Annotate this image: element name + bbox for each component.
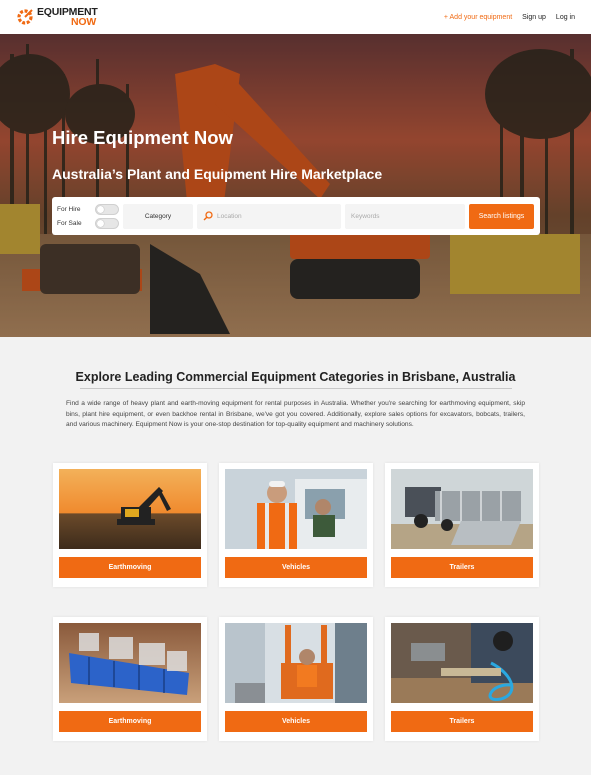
search-icon bbox=[203, 211, 213, 221]
toggle-knob bbox=[97, 205, 104, 213]
for-hire-toggle[interactable] bbox=[95, 203, 119, 215]
category-button[interactable]: Trailers bbox=[391, 711, 533, 732]
trailer-image bbox=[391, 469, 533, 549]
add-equipment-link[interactable]: + Add your equipment bbox=[444, 14, 512, 21]
signup-link[interactable]: Sign up bbox=[522, 14, 546, 21]
search-bar: For Hire For Sale Category Location Keyw… bbox=[52, 197, 540, 235]
top-nav: + Add your equipment Sign up Log in bbox=[444, 14, 575, 21]
category-card-vehicles[interactable]: Vehicles bbox=[219, 463, 373, 587]
for-hire-row: For Hire bbox=[57, 203, 119, 215]
keywords-field[interactable]: Keywords bbox=[345, 203, 465, 229]
skip-bin-image bbox=[59, 623, 201, 703]
category-button[interactable]: Vehicles bbox=[225, 557, 367, 578]
logo[interactable]: EQUIPMENT NOW bbox=[16, 7, 98, 27]
for-hire-label: For Hire bbox=[57, 205, 81, 213]
category-card-vehicles-2[interactable]: Vehicles bbox=[219, 617, 373, 741]
section-title: Explore Leading Commercial Equipment Cat… bbox=[75, 370, 516, 384]
power-tool-image bbox=[391, 623, 533, 703]
location-field[interactable]: Location bbox=[197, 203, 341, 229]
logo-text: EQUIPMENT NOW bbox=[37, 7, 98, 28]
for-sale-row: For Sale bbox=[57, 217, 119, 229]
hero-title: Hire Equipment Now bbox=[52, 127, 233, 148]
category-card-trailers-2[interactable]: Trailers bbox=[385, 617, 539, 741]
excavator-image bbox=[59, 469, 201, 549]
hero-background-image bbox=[0, 34, 591, 337]
search-listings-button[interactable]: Search listings bbox=[469, 203, 534, 229]
listing-type-toggles: For Hire For Sale bbox=[57, 203, 119, 229]
hero-banner: Hire Equipment Now Australia’s Plant and… bbox=[0, 34, 591, 337]
location-placeholder: Location bbox=[217, 212, 242, 220]
gear-icon bbox=[16, 8, 34, 26]
category-select[interactable]: Category bbox=[123, 203, 193, 229]
category-button[interactable]: Vehicles bbox=[225, 711, 367, 732]
login-link[interactable]: Log in bbox=[556, 14, 575, 21]
site-header: EQUIPMENT NOW + Add your equipment Sign … bbox=[0, 0, 591, 34]
forklift-image bbox=[225, 623, 367, 703]
category-button[interactable]: Earthmoving bbox=[59, 711, 201, 732]
hero-subtitle: Australia’s Plant and Equipment Hire Mar… bbox=[52, 166, 383, 182]
category-card-earthmoving[interactable]: Earthmoving bbox=[53, 463, 207, 587]
workers-truck-image bbox=[225, 469, 367, 549]
category-card-trailers[interactable]: Trailers bbox=[385, 463, 539, 587]
toggle-knob bbox=[97, 219, 104, 227]
section-description: Find a wide range of heavy plant and ear… bbox=[66, 400, 525, 428]
for-sale-toggle[interactable] bbox=[95, 217, 119, 229]
for-sale-label: For Sale bbox=[57, 219, 82, 227]
logo-line-2: NOW bbox=[71, 16, 97, 28]
category-card-earthmoving-2[interactable]: Earthmoving bbox=[53, 617, 207, 741]
section-divider bbox=[80, 388, 512, 389]
category-button[interactable]: Trailers bbox=[391, 557, 533, 578]
category-button[interactable]: Earthmoving bbox=[59, 557, 201, 578]
